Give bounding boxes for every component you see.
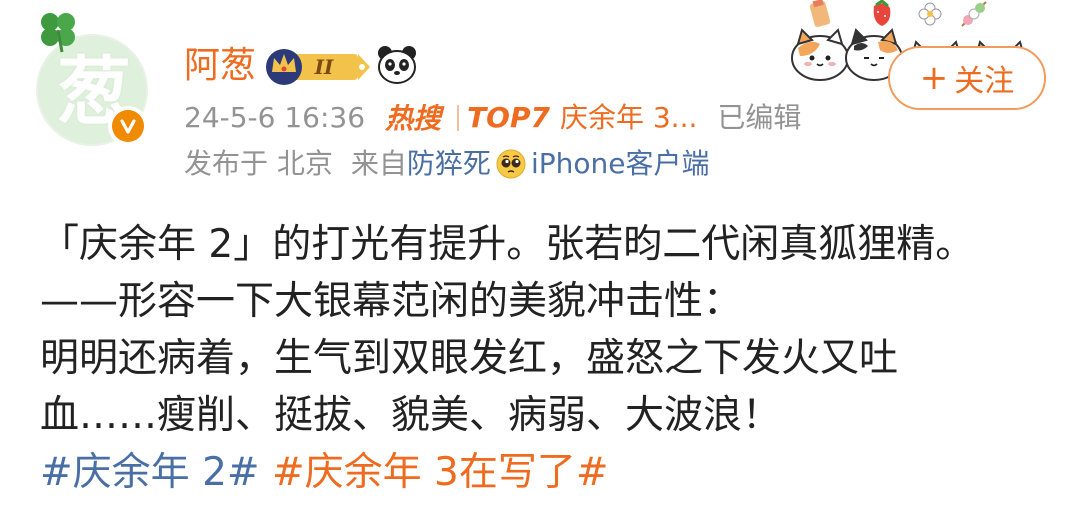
- svg-text:热搜: 热搜: [385, 103, 445, 134]
- username[interactable]: 阿葱: [184, 42, 256, 90]
- plus-icon: +: [919, 58, 949, 98]
- cat-sticker-1: [791, 28, 849, 81]
- post-text-line: 血……瘦削、挺拔、貌美、病弱、大波浪！: [40, 393, 782, 438]
- post-text-line: 明明还病着，生气到双眼发红，盛怒之下发火又吐: [40, 336, 899, 381]
- pleading-face-emoji: [496, 149, 526, 179]
- crown-rank-icon[interactable]: II: [262, 42, 374, 88]
- edited-label: 已编辑: [717, 101, 802, 134]
- clover-icon: [41, 13, 75, 53]
- source-name-link[interactable]: 防猝死: [407, 144, 491, 184]
- location-label: 发布于 北京: [184, 147, 333, 180]
- post-meta-line: 24-5-6 16:36 热搜 TOP7 庆余年 3... 已编辑: [184, 98, 801, 138]
- hashtag-row: #庆余年 2# #庆余年 3在写了#: [40, 444, 1070, 501]
- hot-rank[interactable]: TOP7: [467, 98, 550, 138]
- follow-button[interactable]: + 关注: [888, 46, 1046, 110]
- follow-button-label: 关注: [954, 64, 1015, 99]
- source-client-link[interactable]: iPhone客户端: [531, 144, 710, 184]
- rank-badge-label: II: [314, 55, 334, 79]
- hashtag-link[interactable]: #庆余年 3在写了#: [272, 450, 609, 495]
- post-body: 「庆余年 2」的打光有提升。张若昀二代闲真狐狸精。 ——形容一下大银幕范闲的美貌…: [40, 216, 1070, 501]
- timestamp: 24-5-6 16:36: [184, 101, 366, 134]
- source-prefix: 来自: [350, 147, 407, 180]
- hot-search-divider: [457, 105, 460, 131]
- hot-search-logo[interactable]: 热搜: [385, 98, 451, 138]
- hot-topic-link[interactable]: 庆余年 3...: [560, 98, 697, 138]
- panda-icon: [378, 46, 416, 84]
- post-text-line: ——形容一下大银幕范闲的美貌冲击性：: [40, 279, 743, 324]
- verified-icon: [108, 106, 148, 146]
- hashtag-link[interactable]: #庆余年 2#: [40, 450, 260, 495]
- post-text-line: 「庆余年 2」的打光有提升。张若昀二代闲真狐狸精。: [40, 222, 975, 267]
- post-source-line: 发布于 北京 来自 防猝死 iPhone客户端: [184, 144, 709, 184]
